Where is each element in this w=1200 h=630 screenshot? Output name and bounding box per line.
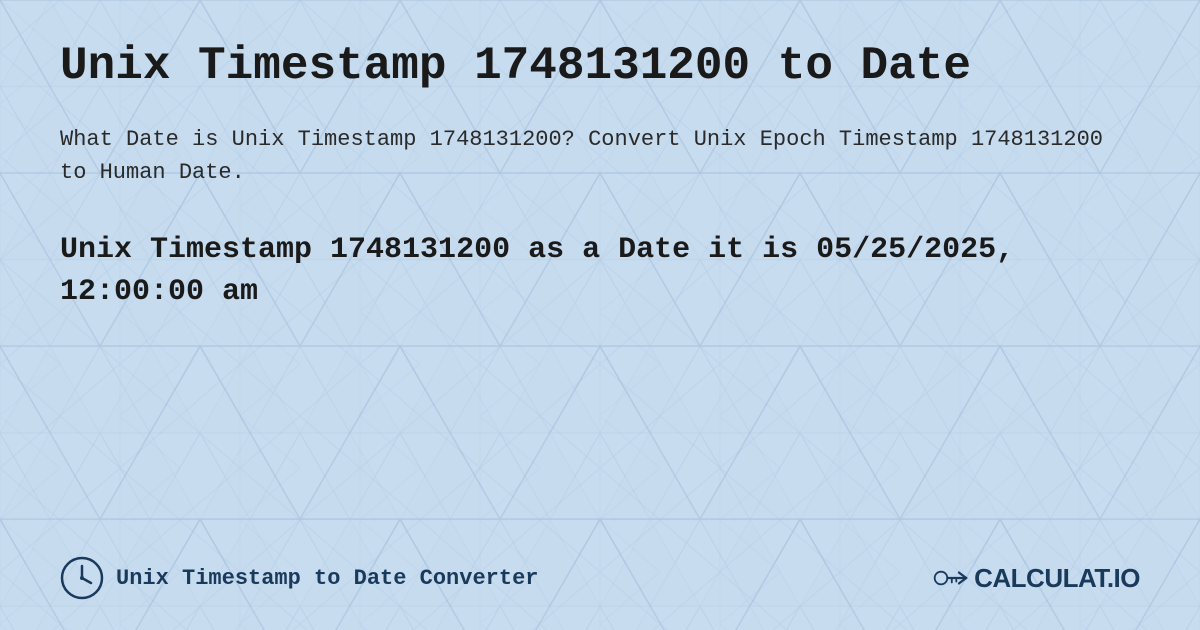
page-title: Unix Timestamp 1748131200 to Date (60, 40, 1140, 93)
result-text: Unix Timestamp 1748131200 as a Date it i… (60, 229, 1140, 313)
footer-link-text: Unix Timestamp to Date Converter (116, 566, 538, 591)
result-section: Unix Timestamp 1748131200 as a Date it i… (60, 229, 1140, 313)
calculat-logo-text: CALCULAT.IO (974, 563, 1140, 594)
footer: Unix Timestamp to Date Converter CALCULA… (60, 556, 1140, 600)
calculat-logo[interactable]: CALCULAT.IO (932, 560, 1140, 596)
calculat-brand-icon (932, 560, 968, 596)
page-description: What Date is Unix Timestamp 1748131200? … (60, 123, 1140, 189)
clock-icon (60, 556, 104, 600)
footer-left[interactable]: Unix Timestamp to Date Converter (60, 556, 538, 600)
